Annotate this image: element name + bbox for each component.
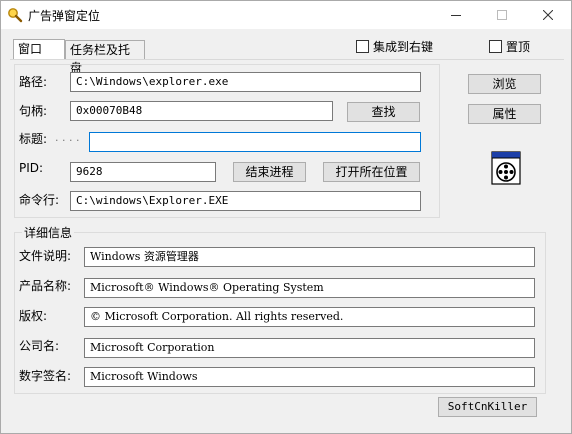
checkbox-box[interactable] [489, 40, 502, 53]
pid-field[interactable]: 9628 [70, 162, 216, 182]
softcnkiller-button[interactable]: SoftCnKiller [438, 397, 537, 417]
magnifier-icon [8, 8, 23, 23]
title-dots: . . . . [55, 131, 80, 144]
window-title: 广告弹窗定位 [28, 9, 101, 23]
close-button[interactable] [525, 1, 570, 29]
properties-button[interactable]: 属性 [468, 104, 541, 124]
title-label: 标题: [19, 132, 48, 146]
tray-checkbox-label: 集成到右键 [373, 40, 434, 54]
end-process-button[interactable]: 结束进程 [233, 162, 306, 182]
copyright-field[interactable]: © Microsoft Corporation. All rights rese… [84, 307, 535, 327]
open-location-button[interactable]: 打开所在位置 [323, 162, 420, 182]
product-label: 产品名称: [19, 279, 72, 293]
path-field[interactable]: C:\Windows\explorer.exe [70, 72, 421, 92]
title-field[interactable] [89, 132, 421, 152]
copyright-label: 版权: [19, 309, 48, 323]
checkbox-box[interactable] [356, 40, 369, 53]
app-window: 广告弹窗定位 窗口 任务栏及托盘 集成到右键 置顶 路径: C:\Windows… [0, 0, 572, 434]
handle-field[interactable]: 0x00070B48 [70, 101, 333, 121]
product-field[interactable]: Microsoft® Windows® Operating System [84, 278, 535, 298]
browse-button[interactable]: 浏览 [468, 74, 541, 94]
minimize-icon [450, 15, 461, 16]
handle-label: 句柄: [19, 104, 48, 118]
pid-label: PID: [19, 161, 44, 175]
tab-taskbar-tray[interactable]: 任务栏及托盘 [65, 40, 145, 75]
maximize-button[interactable] [479, 1, 524, 29]
tray-checkbox[interactable]: 集成到右键 [356, 38, 433, 55]
cmdline-field[interactable]: C:\windows\Explorer.EXE [70, 191, 421, 211]
details-legend: 详细信息 [22, 224, 75, 241]
signature-label: 数字签名: [19, 369, 72, 383]
company-field[interactable]: Microsoft Corporation [84, 338, 535, 358]
title-bar: 广告弹窗定位 [1, 1, 571, 29]
topmost-checkbox-label: 置顶 [506, 40, 531, 54]
cmdline-label: 命令行: [19, 193, 60, 207]
desc-label: 文件说明: [19, 249, 72, 263]
topmost-checkbox[interactable]: 置顶 [489, 38, 530, 55]
film-reel-icon [491, 151, 521, 185]
path-label: 路径: [19, 75, 48, 89]
maximize-icon [496, 10, 507, 20]
find-button[interactable]: 查找 [347, 102, 420, 122]
desc-field[interactable]: Windows 资源管理器 [84, 247, 535, 267]
close-icon [542, 10, 553, 20]
minimize-button[interactable] [433, 1, 478, 29]
signature-field[interactable]: Microsoft Windows [84, 367, 535, 387]
company-label: 公司名: [19, 339, 60, 353]
tab-window[interactable]: 窗口 [13, 39, 65, 59]
